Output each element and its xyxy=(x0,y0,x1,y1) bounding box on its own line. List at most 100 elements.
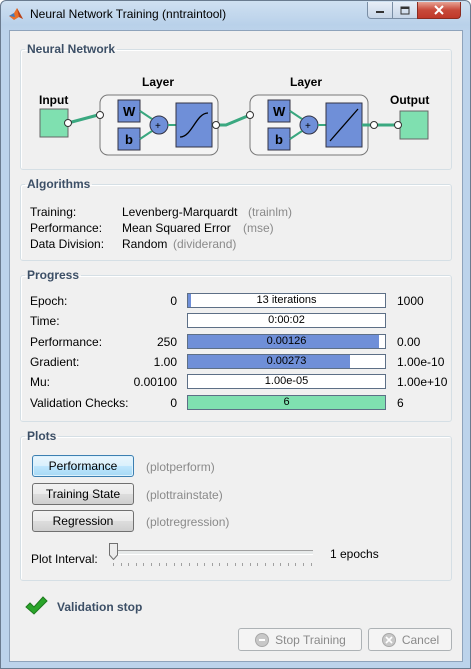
layer2-label: Layer xyxy=(290,75,323,89)
progress-start: 1.00 xyxy=(153,355,177,369)
progress-legend: Progress xyxy=(27,268,80,282)
performance-fn: (mse) xyxy=(243,221,274,235)
plot-training-state-button[interactable]: Training State xyxy=(32,483,134,505)
progress-start: 250 xyxy=(156,335,177,349)
layer2-input-node xyxy=(246,111,254,119)
slider-tick xyxy=(204,563,206,566)
slider-tick xyxy=(211,563,213,566)
progress-current: 1.00e-05 xyxy=(264,375,309,387)
slider-tick xyxy=(234,563,236,566)
data-division-value: Random xyxy=(122,237,168,251)
layer2-sum-label: + xyxy=(305,121,311,132)
layer1-output-node xyxy=(212,121,220,129)
progress-end: 1000 xyxy=(397,294,424,308)
slider-tick xyxy=(265,563,266,566)
progress-bar: 0.00126 xyxy=(187,334,386,349)
minimize-button[interactable] xyxy=(367,2,393,19)
slider-tick xyxy=(173,563,175,566)
performance-label: Performance: xyxy=(30,221,103,235)
network-legend: Neural Network xyxy=(27,42,116,56)
stop-icon xyxy=(255,632,270,647)
slider-tick xyxy=(143,563,145,566)
progress-current: 0.00273 xyxy=(266,355,307,367)
slider-tick xyxy=(280,563,282,566)
progress-label: Epoch: xyxy=(30,294,68,308)
progress-bar: 1.00e-05 xyxy=(187,374,386,389)
network-diagram: W b + W b + xyxy=(39,94,429,156)
input-node xyxy=(64,119,72,127)
progress-end: 1.00e-10 xyxy=(397,355,445,369)
layer2-weight-label: W xyxy=(273,104,286,119)
progress-end: 1.00e+10 xyxy=(397,375,448,389)
progress-bar: 0:00:02 xyxy=(187,313,386,328)
cancel-button[interactable]: Cancel xyxy=(368,628,452,651)
slider-tick xyxy=(219,563,221,566)
stop-training-label: Stop Training xyxy=(275,632,346,647)
slider-tick xyxy=(242,563,244,566)
plot-performance-button[interactable]: Performance xyxy=(32,455,134,477)
slider-tick xyxy=(287,563,289,566)
close-icon xyxy=(434,5,444,15)
input-connector xyxy=(67,113,99,125)
plots-legend: Plots xyxy=(27,429,57,443)
performance-value: Mean Squared Error xyxy=(122,221,231,235)
window-title: Neural Network Training (nntraintool) xyxy=(30,7,227,21)
slider-tick xyxy=(113,563,114,566)
slider-tick xyxy=(128,563,130,566)
progress-bar: 13 iterations xyxy=(187,293,386,308)
title-bar: Neural Network Training (nntraintool) xyxy=(1,1,470,27)
layer2-bias-label: b xyxy=(275,132,283,147)
slider-tick xyxy=(227,563,228,566)
layer1-bias-label: b xyxy=(125,132,133,147)
output-block xyxy=(399,110,429,140)
layer1-input-node xyxy=(96,111,104,119)
close-button[interactable] xyxy=(417,2,461,19)
progress-start: 0.00100 xyxy=(133,375,177,389)
progress-end: 0.00 xyxy=(397,335,421,349)
training-label: Training: xyxy=(30,205,77,219)
slider-tick xyxy=(272,563,274,566)
plot-regression-button[interactable]: Regression xyxy=(32,510,134,532)
layer1-weight-label: W xyxy=(123,104,136,119)
progress-current: 0:00:02 xyxy=(268,314,305,326)
maximize-button[interactable] xyxy=(392,2,418,19)
status-text: Validation stop xyxy=(57,600,143,614)
layer2-output-node xyxy=(370,121,378,129)
data-division-fn: (dividerand) xyxy=(173,237,237,251)
cancel-label: Cancel xyxy=(401,632,440,647)
minimize-icon xyxy=(376,11,384,13)
slider-tick xyxy=(257,563,259,566)
slider-thumb[interactable] xyxy=(109,543,118,560)
progress-label: Time: xyxy=(30,314,60,328)
slider-tick xyxy=(181,563,183,566)
output-node xyxy=(394,121,402,129)
algorithms-legend: Algorithms xyxy=(27,177,91,191)
plot-interval-label: Plot Interval: xyxy=(31,552,98,566)
slider-tick xyxy=(189,563,190,566)
cancel-icon xyxy=(381,632,396,647)
progress-current: 13 iterations xyxy=(256,294,317,306)
data-division-label: Data Division: xyxy=(30,237,105,251)
app-window: Neural Network Training (nntraintool) Ne… xyxy=(0,0,471,669)
slider-track xyxy=(109,550,313,555)
input-block xyxy=(39,108,69,138)
checkmark-icon xyxy=(25,596,48,615)
client-area: Neural Network Input Layer Layer Output … xyxy=(9,30,463,662)
training-value: Levenberg-Marquardt xyxy=(122,205,238,219)
layer1-sum-label: + xyxy=(155,121,161,132)
progress-current: 0.00126 xyxy=(266,335,307,347)
progress-label: Mu: xyxy=(30,375,51,389)
progress-bar: 6 xyxy=(187,395,386,410)
slider-tick xyxy=(158,563,160,566)
slider-tick xyxy=(310,563,312,566)
plot-interval-value: 1 epochs xyxy=(330,547,379,561)
slider-tick xyxy=(120,563,122,566)
slider-tick xyxy=(295,563,297,566)
progress-label: Performance: xyxy=(30,335,103,349)
progress-current: 6 xyxy=(283,396,290,408)
progress-end: 6 xyxy=(397,396,404,410)
plot-interval-slider[interactable] xyxy=(105,543,317,569)
stop-training-button[interactable]: Stop Training xyxy=(238,628,362,651)
slider-tick xyxy=(135,563,137,566)
progress-bar: 0.00273 xyxy=(187,354,386,369)
